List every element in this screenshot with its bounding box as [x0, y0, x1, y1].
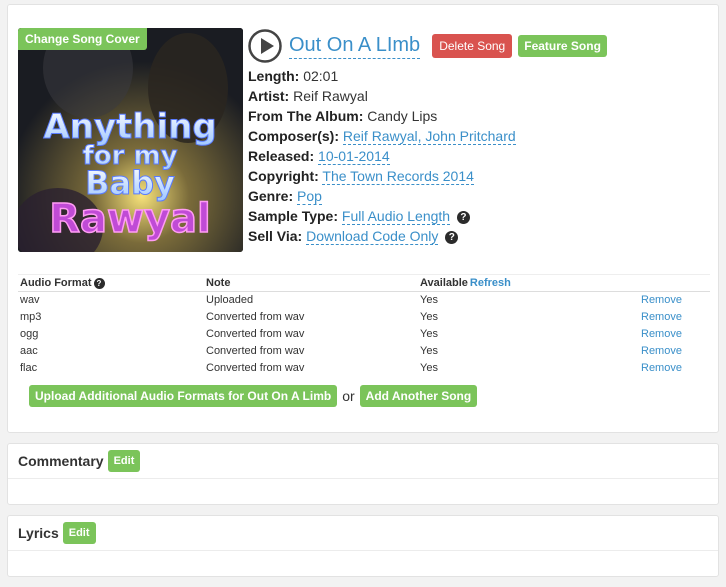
song-title-row: Out On A LImb Delete Song Feature Song [248, 29, 607, 63]
table-row: wav Uploaded Yes Remove [18, 292, 710, 309]
header-available-label: Available [420, 277, 468, 289]
feature-song-button[interactable]: Feature Song [518, 35, 607, 57]
lyrics-title: Lyrics [18, 525, 59, 541]
song-panel: Anything for my Baby Rawyal Change Song … [7, 4, 719, 433]
remove-link[interactable]: Remove [639, 292, 710, 309]
commentary-panel: Commentary Edit [7, 443, 719, 505]
lyrics-edit-button[interactable]: Edit [62, 522, 96, 544]
genre-line: Genre: Pop [248, 186, 516, 206]
album-label: From The Album: [248, 108, 364, 124]
album-line: From The Album: Candy Lips [248, 106, 516, 126]
sell-via-line: Sell Via: Download Code Only ? [248, 226, 516, 246]
note-cell: Converted from wav [206, 311, 305, 323]
note-cell: Converted from wav [206, 328, 305, 340]
sell-via-label: Sell Via: [248, 228, 303, 244]
header-audio-format: Audio Format? [18, 274, 204, 292]
add-another-song-button[interactable]: Add Another Song [359, 385, 478, 407]
lyrics-header: Lyrics Edit [8, 516, 718, 551]
cover-text-4: Rawyal [49, 196, 211, 242]
sample-type-line: Sample Type: Full Audio Length ? [248, 206, 516, 226]
available-cell: Yes [420, 294, 438, 307]
copyright-value[interactable]: The Town Records 2014 [322, 168, 474, 185]
song-details: Length: 02:01 Artist: Reif Rawyal From T… [248, 66, 516, 246]
length-line: Length: 02:01 [248, 66, 516, 86]
note-cell: Converted from wav [206, 362, 305, 374]
song-title[interactable]: Out On A LImb [289, 34, 421, 59]
table-row: mp3 Converted from wav Yes Remove [18, 309, 710, 326]
sell-via-value[interactable]: Download Code Only [306, 228, 439, 245]
format-cell: mp3 [20, 311, 42, 323]
remove-link[interactable]: Remove [639, 309, 710, 326]
genre-label: Genre: [248, 188, 294, 204]
change-song-cover-button[interactable]: Change Song Cover [18, 28, 147, 50]
audio-format-help-icon[interactable]: ? [93, 278, 105, 289]
commentary-title: Commentary [18, 453, 104, 469]
lyrics-panel: Lyrics Edit [7, 515, 719, 577]
composer-line: Composer(s): Reif Rawyal, John Pritchard [248, 126, 516, 146]
table-row: ogg Converted from wav Yes Remove [18, 326, 710, 343]
available-cell: Yes [420, 328, 438, 340]
header-action [639, 274, 710, 292]
table-header-row: Audio Format? Note Available Refresh [18, 274, 710, 292]
artist-label: Artist: [248, 88, 290, 104]
play-icon[interactable] [248, 29, 282, 63]
remove-link[interactable]: Remove [639, 326, 710, 343]
available-cell: Yes [420, 362, 438, 374]
released-line: Released: 10-01-2014 [248, 146, 516, 166]
sample-type-value[interactable]: Full Audio Length [341, 208, 451, 225]
released-value[interactable]: 10-01-2014 [318, 148, 390, 165]
delete-song-button[interactable]: Delete Song [432, 34, 513, 58]
table-row: aac Converted from wav Yes Remove [18, 343, 710, 360]
genre-value[interactable]: Pop [297, 188, 322, 205]
table-row: flac Converted from wav Yes Remove [18, 360, 710, 377]
artist-value: Reif Rawyal [293, 88, 368, 104]
sample-type-help-icon[interactable]: ? [456, 211, 470, 224]
or-text: or [342, 388, 355, 404]
refresh-link[interactable]: Refresh [470, 277, 511, 289]
remove-link[interactable]: Remove [639, 343, 710, 360]
upload-formats-button[interactable]: Upload Additional Audio Formats for Out … [29, 385, 338, 407]
song-cover-image: Anything for my Baby Rawyal [18, 28, 243, 252]
audio-formats-table: Audio Format? Note Available Refresh wav … [18, 274, 710, 377]
length-value: 02:01 [303, 68, 339, 84]
note-cell: Converted from wav [206, 345, 305, 357]
released-label: Released: [248, 148, 315, 164]
format-cell: aac [20, 345, 38, 357]
available-cell: Yes [420, 311, 438, 323]
format-cell: wav [20, 294, 40, 307]
length-label: Length: [248, 68, 300, 84]
format-actions: Upload Additional Audio Formats for Out … [29, 385, 478, 407]
available-cell: Yes [420, 345, 438, 357]
sell-via-help-icon[interactable]: ? [445, 231, 459, 244]
format-cell: flac [20, 362, 38, 374]
header-available: Available Refresh [418, 274, 639, 292]
composer-value[interactable]: Reif Rawyal, John Pritchard [342, 128, 516, 145]
header-audio-format-label: Audio Format [20, 277, 92, 289]
sample-type-label: Sample Type: [248, 208, 338, 224]
composer-label: Composer(s): [248, 128, 340, 144]
commentary-edit-button[interactable]: Edit [107, 450, 141, 472]
copyright-label: Copyright: [248, 168, 319, 184]
copyright-line: Copyright: The Town Records 2014 [248, 166, 516, 186]
note-cell: Uploaded [206, 294, 254, 307]
header-note: Note [204, 274, 418, 292]
commentary-header: Commentary Edit [8, 444, 718, 479]
format-cell: ogg [20, 328, 39, 340]
album-value: Candy Lips [367, 108, 438, 124]
artist-line: Artist: Reif Rawyal [248, 86, 516, 106]
remove-link[interactable]: Remove [639, 360, 710, 377]
